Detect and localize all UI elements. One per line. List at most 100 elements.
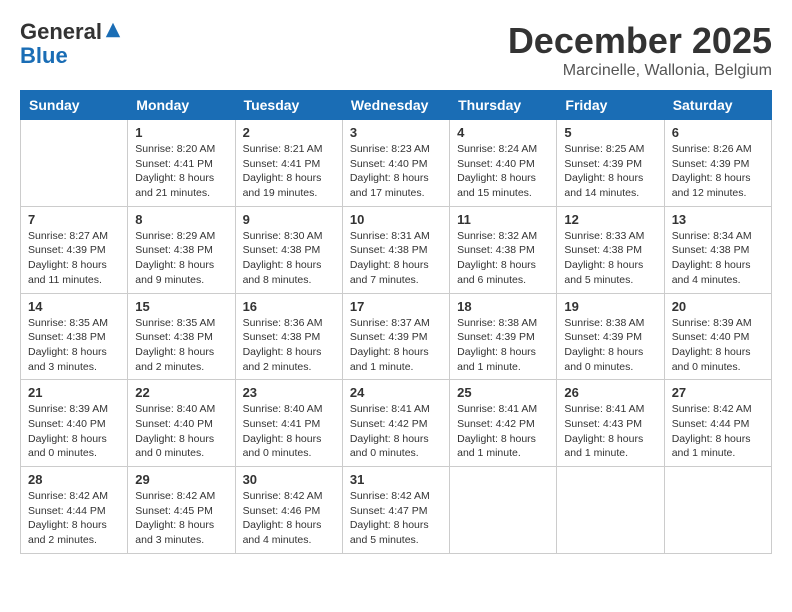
month-title: December 2025	[508, 20, 772, 62]
day-number: 18	[457, 299, 549, 314]
calendar-cell: 11 Sunrise: 8:32 AM Sunset: 4:38 PM Dayli…	[450, 206, 557, 293]
cell-info: Sunrise: 8:26 AM Sunset: 4:39 PM Dayligh…	[672, 142, 764, 201]
day-number: 14	[28, 299, 120, 314]
day-number: 1	[135, 125, 227, 140]
calendar-cell: 16 Sunrise: 8:36 AM Sunset: 4:38 PM Dayli…	[235, 293, 342, 380]
week-row-3: 14 Sunrise: 8:35 AM Sunset: 4:38 PM Dayli…	[21, 293, 772, 380]
calendar-cell	[21, 120, 128, 207]
day-number: 21	[28, 385, 120, 400]
cell-info: Sunrise: 8:40 AM Sunset: 4:40 PM Dayligh…	[135, 402, 227, 461]
calendar-cell: 8Sunrise: 8:29 AM Sunset: 4:38 PM Daylig…	[128, 206, 235, 293]
cell-info: Sunrise: 8:37 AM Sunset: 4:39 PM Dayligh…	[350, 316, 442, 375]
calendar-cell: 30 Sunrise: 8:42 AM Sunset: 4:46 PM Dayli…	[235, 467, 342, 554]
day-number: 28	[28, 472, 120, 487]
calendar-cell: 31 Sunrise: 8:42 AM Sunset: 4:47 PM Dayli…	[342, 467, 449, 554]
cell-info: Sunrise: 8:32 AM Sunset: 4:38 PM Dayligh…	[457, 229, 549, 288]
cell-info: Sunrise: 8:29 AM Sunset: 4:38 PM Dayligh…	[135, 229, 227, 288]
day-number: 26	[564, 385, 656, 400]
week-row-4: 21Sunrise: 8:39 AM Sunset: 4:40 PM Dayli…	[21, 380, 772, 467]
calendar-cell: 12Sunrise: 8:33 AM Sunset: 4:38 PM Dayli…	[557, 206, 664, 293]
day-number: 22	[135, 385, 227, 400]
header-wednesday: Wednesday	[342, 91, 449, 120]
cell-info: Sunrise: 8:41 AM Sunset: 4:43 PM Dayligh…	[564, 402, 656, 461]
cell-info: Sunrise: 8:42 AM Sunset: 4:44 PM Dayligh…	[28, 489, 120, 548]
cell-info: Sunrise: 8:21 AM Sunset: 4:41 PM Dayligh…	[243, 142, 335, 201]
calendar-table: SundayMondayTuesdayWednesdayThursdayFrid…	[20, 90, 772, 554]
title-block: December 2025 Marcinelle, Wallonia, Belg…	[508, 20, 772, 80]
cell-info: Sunrise: 8:20 AM Sunset: 4:41 PM Dayligh…	[135, 142, 227, 201]
week-row-5: 28 Sunrise: 8:42 AM Sunset: 4:44 PM Dayli…	[21, 467, 772, 554]
day-number: 12	[564, 212, 656, 227]
day-number: 4	[457, 125, 549, 140]
calendar-cell: 19 Sunrise: 8:38 AM Sunset: 4:39 PM Dayli…	[557, 293, 664, 380]
day-number: 19	[564, 299, 656, 314]
calendar-cell: 26 Sunrise: 8:41 AM Sunset: 4:43 PM Dayli…	[557, 380, 664, 467]
logo: General Blue	[20, 20, 122, 68]
header-sunday: Sunday	[21, 91, 128, 120]
logo-blue: Blue	[20, 43, 68, 68]
cell-info: Sunrise: 8:24 AM Sunset: 4:40 PM Dayligh…	[457, 142, 549, 201]
cell-info: Sunrise: 8:35 AM Sunset: 4:38 PM Dayligh…	[28, 316, 120, 375]
cell-info: Sunrise: 8:39 AM Sunset: 4:40 PM Dayligh…	[672, 316, 764, 375]
day-number: 30	[243, 472, 335, 487]
location-title: Marcinelle, Wallonia, Belgium	[508, 62, 772, 80]
day-number: 31	[350, 472, 442, 487]
calendar-cell: 10 Sunrise: 8:31 AM Sunset: 4:38 PM Dayli…	[342, 206, 449, 293]
calendar-cell	[557, 467, 664, 554]
day-number: 11	[457, 212, 549, 227]
cell-info: Sunrise: 8:30 AM Sunset: 4:38 PM Dayligh…	[243, 229, 335, 288]
cell-info: Sunrise: 8:42 AM Sunset: 4:46 PM Dayligh…	[243, 489, 335, 548]
day-number: 16	[243, 299, 335, 314]
header-monday: Monday	[128, 91, 235, 120]
week-row-2: 7Sunrise: 8:27 AM Sunset: 4:39 PM Daylig…	[21, 206, 772, 293]
calendar-cell: 13Sunrise: 8:34 AM Sunset: 4:38 PM Dayli…	[664, 206, 771, 293]
cell-info: Sunrise: 8:41 AM Sunset: 4:42 PM Dayligh…	[350, 402, 442, 461]
calendar-cell: 4 Sunrise: 8:24 AM Sunset: 4:40 PM Daylig…	[450, 120, 557, 207]
calendar-cell	[664, 467, 771, 554]
header-saturday: Saturday	[664, 91, 771, 120]
day-number: 6	[672, 125, 764, 140]
cell-info: Sunrise: 8:25 AM Sunset: 4:39 PM Dayligh…	[564, 142, 656, 201]
calendar-cell: 21Sunrise: 8:39 AM Sunset: 4:40 PM Dayli…	[21, 380, 128, 467]
calendar-cell: 1 Sunrise: 8:20 AM Sunset: 4:41 PM Daylig…	[128, 120, 235, 207]
cell-info: Sunrise: 8:38 AM Sunset: 4:39 PM Dayligh…	[564, 316, 656, 375]
day-number: 24	[350, 385, 442, 400]
day-number: 7	[28, 212, 120, 227]
calendar-cell: 25Sunrise: 8:41 AM Sunset: 4:42 PM Dayli…	[450, 380, 557, 467]
cell-info: Sunrise: 8:35 AM Sunset: 4:38 PM Dayligh…	[135, 316, 227, 375]
calendar-cell: 20 Sunrise: 8:39 AM Sunset: 4:40 PM Dayli…	[664, 293, 771, 380]
cell-info: Sunrise: 8:42 AM Sunset: 4:47 PM Dayligh…	[350, 489, 442, 548]
day-number: 20	[672, 299, 764, 314]
calendar-cell: 3 Sunrise: 8:23 AM Sunset: 4:40 PM Daylig…	[342, 120, 449, 207]
cell-info: Sunrise: 8:36 AM Sunset: 4:38 PM Dayligh…	[243, 316, 335, 375]
calendar-cell: 7Sunrise: 8:27 AM Sunset: 4:39 PM Daylig…	[21, 206, 128, 293]
header-friday: Friday	[557, 91, 664, 120]
day-number: 23	[243, 385, 335, 400]
calendar-cell: 27Sunrise: 8:42 AM Sunset: 4:44 PM Dayli…	[664, 380, 771, 467]
cell-info: Sunrise: 8:40 AM Sunset: 4:41 PM Dayligh…	[243, 402, 335, 461]
header-thursday: Thursday	[450, 91, 557, 120]
week-row-1: 1 Sunrise: 8:20 AM Sunset: 4:41 PM Daylig…	[21, 120, 772, 207]
calendar-cell: 23 Sunrise: 8:40 AM Sunset: 4:41 PM Dayli…	[235, 380, 342, 467]
header-tuesday: Tuesday	[235, 91, 342, 120]
cell-info: Sunrise: 8:34 AM Sunset: 4:38 PM Dayligh…	[672, 229, 764, 288]
day-number: 17	[350, 299, 442, 314]
cell-info: Sunrise: 8:23 AM Sunset: 4:40 PM Dayligh…	[350, 142, 442, 201]
day-number: 5	[564, 125, 656, 140]
calendar-cell: 29Sunrise: 8:42 AM Sunset: 4:45 PM Dayli…	[128, 467, 235, 554]
day-number: 2	[243, 125, 335, 140]
calendar-cell: 22 Sunrise: 8:40 AM Sunset: 4:40 PM Dayli…	[128, 380, 235, 467]
calendar-cell: 28 Sunrise: 8:42 AM Sunset: 4:44 PM Dayli…	[21, 467, 128, 554]
calendar-cell: 5 Sunrise: 8:25 AM Sunset: 4:39 PM Daylig…	[557, 120, 664, 207]
calendar-cell: 2 Sunrise: 8:21 AM Sunset: 4:41 PM Daylig…	[235, 120, 342, 207]
day-number: 10	[350, 212, 442, 227]
cell-info: Sunrise: 8:38 AM Sunset: 4:39 PM Dayligh…	[457, 316, 549, 375]
day-number: 9	[243, 212, 335, 227]
cell-info: Sunrise: 8:31 AM Sunset: 4:38 PM Dayligh…	[350, 229, 442, 288]
day-number: 15	[135, 299, 227, 314]
logo-icon	[104, 21, 122, 39]
day-number: 3	[350, 125, 442, 140]
day-number: 27	[672, 385, 764, 400]
calendar-cell: 15 Sunrise: 8:35 AM Sunset: 4:38 PM Dayli…	[128, 293, 235, 380]
calendar-cell	[450, 467, 557, 554]
